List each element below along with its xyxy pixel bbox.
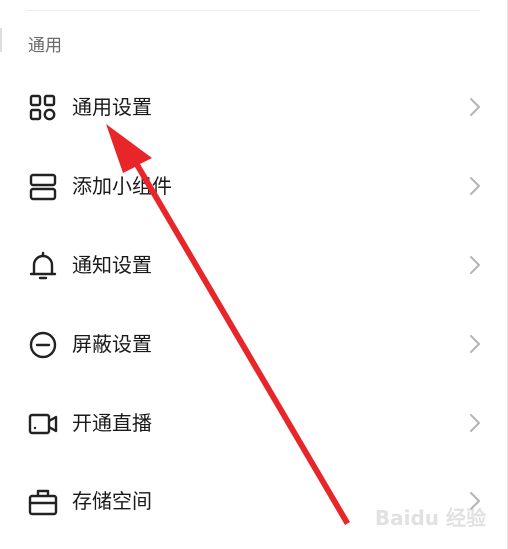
top-divider [26, 10, 480, 11]
menu-item-label: 开通直播 [72, 411, 152, 435]
chevron-right-icon [468, 413, 482, 433]
bell-icon [27, 250, 59, 282]
menu-item-add-widget[interactable]: 添加小组件 [0, 158, 508, 214]
chevron-right-icon [468, 255, 482, 275]
menu-item-storage[interactable]: 存储空间 [0, 473, 508, 529]
section-title-general: 通用 [28, 36, 62, 56]
left-edge-mark [0, 28, 2, 52]
menu-item-block-settings[interactable]: 屏蔽设置 [0, 316, 508, 372]
menu-item-label: 添加小组件 [72, 174, 172, 198]
chevron-right-icon [468, 334, 482, 354]
block-circle-icon [27, 329, 59, 361]
briefcase-storage-icon [27, 486, 59, 518]
menu-item-label: 屏蔽设置 [72, 332, 152, 356]
menu-item-start-live[interactable]: 开通直播 [0, 395, 508, 451]
chevron-right-icon [468, 176, 482, 196]
settings-page: 通用 通用设置 添加小组件 通知设置 屏蔽设置 开通直播 存储空间 Baidu … [0, 0, 508, 549]
menu-item-general-settings[interactable]: 通用设置 [0, 79, 508, 135]
video-camera-icon [27, 408, 59, 440]
menu-item-notification-settings[interactable]: 通知设置 [0, 237, 508, 293]
menu-item-label: 通用设置 [72, 95, 152, 119]
widget-stack-icon [27, 171, 59, 203]
menu-item-label: 通知设置 [72, 253, 152, 277]
grid-apps-icon [27, 92, 59, 124]
menu-item-label: 存储空间 [72, 489, 152, 513]
chevron-right-icon [468, 491, 482, 511]
chevron-right-icon [468, 97, 482, 117]
